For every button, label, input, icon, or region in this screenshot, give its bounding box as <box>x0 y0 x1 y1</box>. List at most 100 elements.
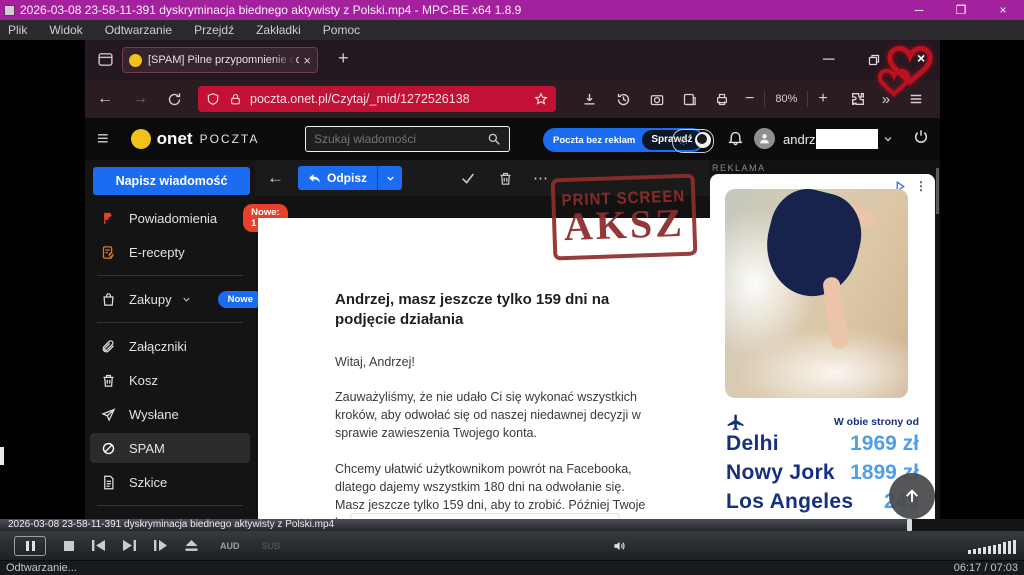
save-page-icon[interactable] <box>682 92 697 107</box>
zoom-out-icon[interactable]: − <box>745 90 754 108</box>
logout-power-icon[interactable] <box>913 129 929 145</box>
browser-tab[interactable]: [SPAM] Pilne przypomnienie doty × <box>122 47 318 73</box>
theme-toggle[interactable] <box>672 129 714 153</box>
more-options-icon[interactable]: ⋯ <box>533 169 549 187</box>
search-box[interactable] <box>305 126 510 152</box>
ad-card[interactable]: ⋮ W obie strony od Delhi 1969 zł <box>710 174 935 519</box>
pause-button[interactable] <box>14 536 46 556</box>
url-bar[interactable]: poczta.onet.pl/Czytaj/_mid/1272526138 <box>198 86 556 112</box>
onet-header: ≡ onet POCZTA Poczta bez reklam Sprawdź <box>85 118 940 160</box>
sidebar-item-wyslane[interactable]: Wysłane <box>85 397 255 431</box>
stop-button[interactable] <box>64 541 74 551</box>
notifications-bell-icon[interactable] <box>727 129 744 146</box>
audio-track-badge[interactable]: AUD <box>220 541 240 551</box>
draft-document-icon <box>101 475 116 490</box>
scroll-to-top-button[interactable] <box>889 473 935 519</box>
search-input[interactable] <box>306 132 487 146</box>
print-icon[interactable] <box>714 92 730 107</box>
player-controls: AUD SUB <box>0 531 1024 560</box>
skip-back-button[interactable] <box>92 540 105 551</box>
onet-logo-text: onet <box>157 129 193 149</box>
firefox-view-icon[interactable] <box>97 51 114 68</box>
subtitle-track-badge[interactable]: SUB <box>262 541 281 551</box>
divider <box>97 322 243 323</box>
ad-tagline: W obie strony od <box>834 416 919 428</box>
video-artifact <box>0 447 4 465</box>
zoom-level[interactable]: 80% <box>775 93 797 105</box>
new-tab-button[interactable]: + <box>338 48 349 69</box>
ad-menu-dots-icon[interactable]: ⋮ <box>915 179 927 193</box>
mpc-app-icon <box>4 5 15 16</box>
back-icon[interactable]: ← <box>85 90 125 108</box>
screenshot-icon[interactable] <box>649 92 665 107</box>
moon-icon <box>695 132 711 148</box>
forward-icon[interactable]: → <box>125 90 155 108</box>
menu-odtwarzanie[interactable]: Odtwarzanie <box>105 23 172 37</box>
shield-icon[interactable] <box>206 92 220 106</box>
prescription-icon <box>101 245 116 260</box>
lock-icon[interactable] <box>229 93 242 106</box>
sidebar-item-szkice[interactable]: Szkice <box>85 465 255 499</box>
volume-slider[interactable] <box>968 538 1016 554</box>
reload-icon[interactable] <box>167 92 182 107</box>
tab-title-fade <box>273 49 295 71</box>
reply-dropdown-button[interactable] <box>377 166 402 190</box>
email-greeting: Witaj, Andrzej! <box>335 353 653 371</box>
minimize-button[interactable]: ─ <box>898 0 940 20</box>
scrollbar-thumb[interactable] <box>936 168 939 214</box>
download-icon[interactable] <box>582 92 597 107</box>
onet-favicon <box>129 54 142 67</box>
close-button[interactable]: × <box>982 0 1024 20</box>
ad-destination-row[interactable]: Delhi 1969 zł <box>726 432 919 461</box>
compose-button[interactable]: Napisz wiadomość <box>93 167 250 195</box>
seek-bar[interactable]: 2026-03-08 23-58-11-391 dyskryminacja bi… <box>0 519 1024 531</box>
titlebar[interactable]: 2026-03-08 23-58-11-391 dyskryminacja bi… <box>0 0 1024 20</box>
back-to-list-icon[interactable]: ← <box>267 168 284 188</box>
sidebar-item-zalaczniki[interactable]: Załączniki <box>85 329 255 363</box>
window-controls: ─ ❐ × <box>898 0 1024 20</box>
sidebar-item-kosz[interactable]: Kosz <box>85 363 255 397</box>
sidebar-item-erecepty[interactable]: E-recepty <box>85 235 255 269</box>
email-content-card: Andrzej, masz jeszcze tylko 159 dni na p… <box>258 218 710 519</box>
menu-plik[interactable]: Plik <box>8 23 27 37</box>
skip-forward-button[interactable] <box>123 540 136 551</box>
heart-decoration-icon <box>872 38 950 98</box>
sidebar-item-spam[interactable]: SPAM <box>90 433 250 463</box>
paperclip-icon <box>101 339 116 354</box>
email-heading: Andrzej, masz jeszcze tylko 159 dni na p… <box>335 290 653 331</box>
eject-button[interactable] <box>185 540 198 551</box>
folder-list: Powiadomienia Nowe: 1 E-recepty Zakupy N… <box>85 201 255 512</box>
browser-close-button[interactable]: × <box>917 50 925 66</box>
search-icon[interactable] <box>487 132 501 146</box>
bookmark-star-icon[interactable] <box>534 92 548 106</box>
history-icon[interactable] <box>616 92 631 107</box>
restore-button[interactable]: ❐ <box>940 0 982 20</box>
extensions-puzzle-icon[interactable] <box>850 91 866 107</box>
block-icon <box>101 441 116 456</box>
browser-navbar: ← → poczta.onet.pl/Czytaj/_mid/127252613… <box>85 80 940 118</box>
chevron-down-icon[interactable] <box>181 294 192 305</box>
seek-thumb[interactable] <box>907 519 912 531</box>
sidebar-item-powiadomienia[interactable]: Powiadomienia Nowe: 1 <box>85 201 255 235</box>
menu-pomoc[interactable]: Pomoc <box>323 23 360 37</box>
mpc-be-window: 2026-03-08 23-58-11-391 dyskryminacja bi… <box>0 0 1024 575</box>
browser-minimize-button[interactable]: ─ <box>823 40 834 80</box>
frame-step-button[interactable] <box>154 540 167 551</box>
menu-zakladki[interactable]: Zakładki <box>256 23 301 37</box>
hamburger-menu-icon[interactable]: ≡ <box>97 128 109 151</box>
reply-button[interactable]: Odpisz <box>298 166 377 190</box>
onet-logo[interactable]: onet POCZTA <box>131 129 260 149</box>
url-text: poczta.onet.pl/Czytaj/_mid/1272526138 <box>250 92 534 106</box>
separator <box>764 91 765 107</box>
account-chevron-down-icon[interactable] <box>882 133 894 145</box>
speaker-icon[interactable] <box>611 539 627 553</box>
zoom-in-icon[interactable]: + <box>818 90 827 108</box>
delete-trash-icon[interactable] <box>498 171 513 186</box>
avatar[interactable] <box>754 128 775 149</box>
send-icon <box>101 407 116 422</box>
tab-close-icon[interactable]: × <box>303 53 311 68</box>
sidebar-item-zakupy[interactable]: Zakupy Nowe <box>85 282 255 316</box>
menu-przejdz[interactable]: Przejdź <box>194 23 234 37</box>
menu-widok[interactable]: Widok <box>49 23 82 37</box>
check-icon[interactable] <box>460 170 476 186</box>
